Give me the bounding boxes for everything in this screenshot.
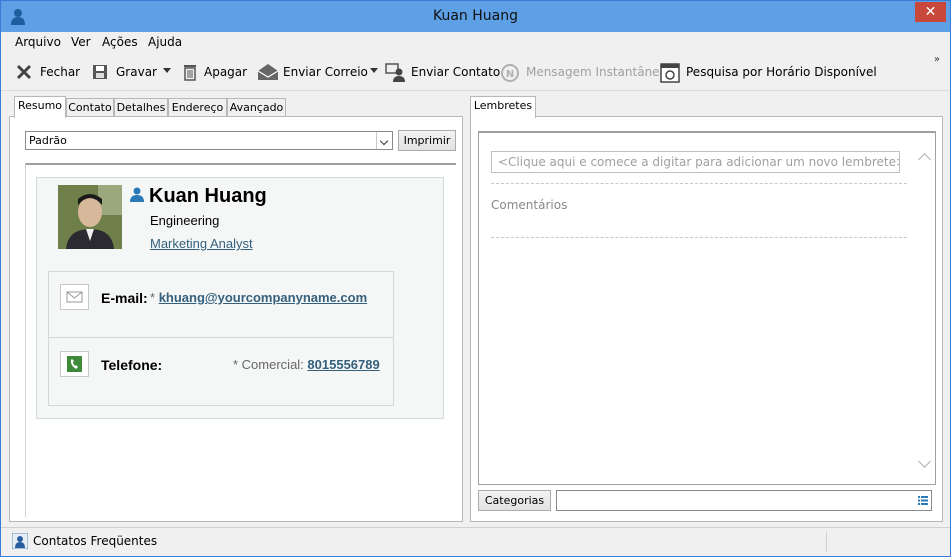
email-row: E-mail: * khuang@yourcompanyname.com [49,272,393,338]
envelope-icon [60,284,89,310]
delete-button-label: Apagar [204,65,248,79]
frequent-contacts-icon[interactable] [12,533,28,549]
phone-value-wrapper: * Comercial: 8015556789 [233,357,380,372]
right-tab-strip: Lembretes [470,96,570,118]
notes-pane: <Clique aqui e comece a digitar para adi… [470,116,943,522]
categories-field[interactable] [556,490,932,511]
send-mail-dropdown-arrow-icon[interactable] [370,68,378,73]
print-button[interactable]: Imprimir [398,130,456,151]
menu-ajuda[interactable]: Ajuda [148,35,182,49]
categories-button[interactable]: Categorias [478,490,551,511]
chevron-down-icon[interactable] [376,132,392,149]
toolbar: Fechar Gravar Apagar Enviar Correio Envi… [1,53,950,91]
toolbar-overflow-chevron-icon[interactable]: » [934,54,940,65]
tab-lembretes[interactable]: Lembretes [470,96,536,118]
phone-link[interactable]: 8015556789 [307,357,379,372]
menu-acoes[interactable]: Ações [102,35,138,49]
view-select[interactable]: Padrão [25,131,393,150]
close-window-button[interactable]: ✕ [915,2,946,22]
reminder-input[interactable]: <Clique aqui e comece a digitar para adi… [491,151,900,173]
delete-button[interactable]: Apagar [181,63,247,81]
save-dropdown-arrow-icon[interactable] [163,68,171,73]
close-button-label: Fechar [40,65,81,79]
floppy-disk-icon [93,65,107,79]
save-button-label: Gravar [116,65,157,79]
tab-detalhes[interactable]: Detalhes [114,98,168,117]
tab-avancado[interactable]: Avançado [227,98,286,117]
send-contact-button[interactable]: Enviar Contato [385,63,500,82]
left-tab-strip: Resumo Contato Detalhes Endereço Avançad… [14,96,314,118]
tab-endereco[interactable]: Endereço [168,98,227,117]
instant-message-button[interactable]: N Mensagem Instantânea [500,63,667,82]
tab-resumo[interactable]: Resumo [14,96,66,118]
frequent-contacts-label[interactable]: Contatos Freqüentes [33,534,157,548]
schedule-search-button[interactable]: Pesquisa por Horário Disponível [660,63,877,83]
contact-job-title[interactable]: Marketing Analyst [150,236,253,251]
scroll-down-icon[interactable] [918,455,931,468]
status-divider [826,532,827,552]
status-bar: Contatos Freqüentes [1,527,950,556]
phone-row: Telefone: * Comercial: 8015556789 [49,339,393,405]
menu-bar: Arquivo Ver Ações Ajuda [1,32,950,53]
divider [491,183,907,184]
divider [491,237,907,238]
tab-contato[interactable]: Contato [66,98,114,117]
view-select-value: Padrão [29,134,67,147]
phone-type: * Comercial: [233,357,304,372]
email-value-wrapper: * khuang@yourcompanyname.com [150,290,367,305]
contact-window: Kuan Huang ✕ Arquivo Ver Ações Ajuda Fec… [0,0,951,557]
contact-company: Engineering [150,213,220,228]
contact-photo [58,185,122,249]
close-x-icon [16,64,32,80]
contact-person-icon [130,187,144,202]
send-contact-button-label: Enviar Contato [411,65,501,79]
save-button[interactable]: Gravar [91,63,157,81]
menu-arquivo[interactable]: Arquivo [15,35,61,49]
window-title: Kuan Huang [433,8,518,24]
schedule-search-button-label: Pesquisa por Horário Disponível [686,65,877,79]
instant-message-button-label: Mensagem Instantânea [526,65,667,79]
close-button[interactable]: Fechar [15,63,81,81]
phone-icon-box [60,351,89,377]
calendar-search-icon [660,63,680,83]
email-label: E-mail: [101,290,148,306]
business-card-area: Kuan Huang Engineering Marketing Analyst… [25,163,456,517]
summary-pane: Padrão Imprimir Kuan Huang Engineering M… [9,116,463,522]
menu-ver[interactable]: Ver [71,35,91,49]
notes-area[interactable]: <Clique aqui e comece a digitar para adi… [478,131,936,485]
phone-label: Telefone: [101,357,163,373]
svg-text:N: N [506,69,514,80]
phone-icon [67,356,82,372]
send-mail-button[interactable]: Enviar Correio [257,63,368,81]
email-link[interactable]: khuang@yourcompanyname.com [159,290,367,305]
trash-icon [184,65,196,81]
scroll-up-icon[interactable] [918,153,931,166]
send-mail-button-label: Enviar Correio [283,65,368,79]
contact-card-icon [385,63,405,82]
title-bar[interactable]: Kuan Huang ✕ [1,1,950,32]
email-required-marker: * [150,290,156,305]
contact-name: Kuan Huang [149,185,267,207]
contact-info-box: E-mail: * khuang@yourcompanyname.com Tel… [48,271,394,406]
category-list-icon[interactable] [918,496,928,505]
person-photo-icon [58,185,122,249]
envelope-icon [257,64,279,80]
instant-message-icon: N [501,64,519,82]
comments-label: Comentários [491,198,568,212]
business-card: Kuan Huang Engineering Marketing Analyst… [36,177,444,419]
